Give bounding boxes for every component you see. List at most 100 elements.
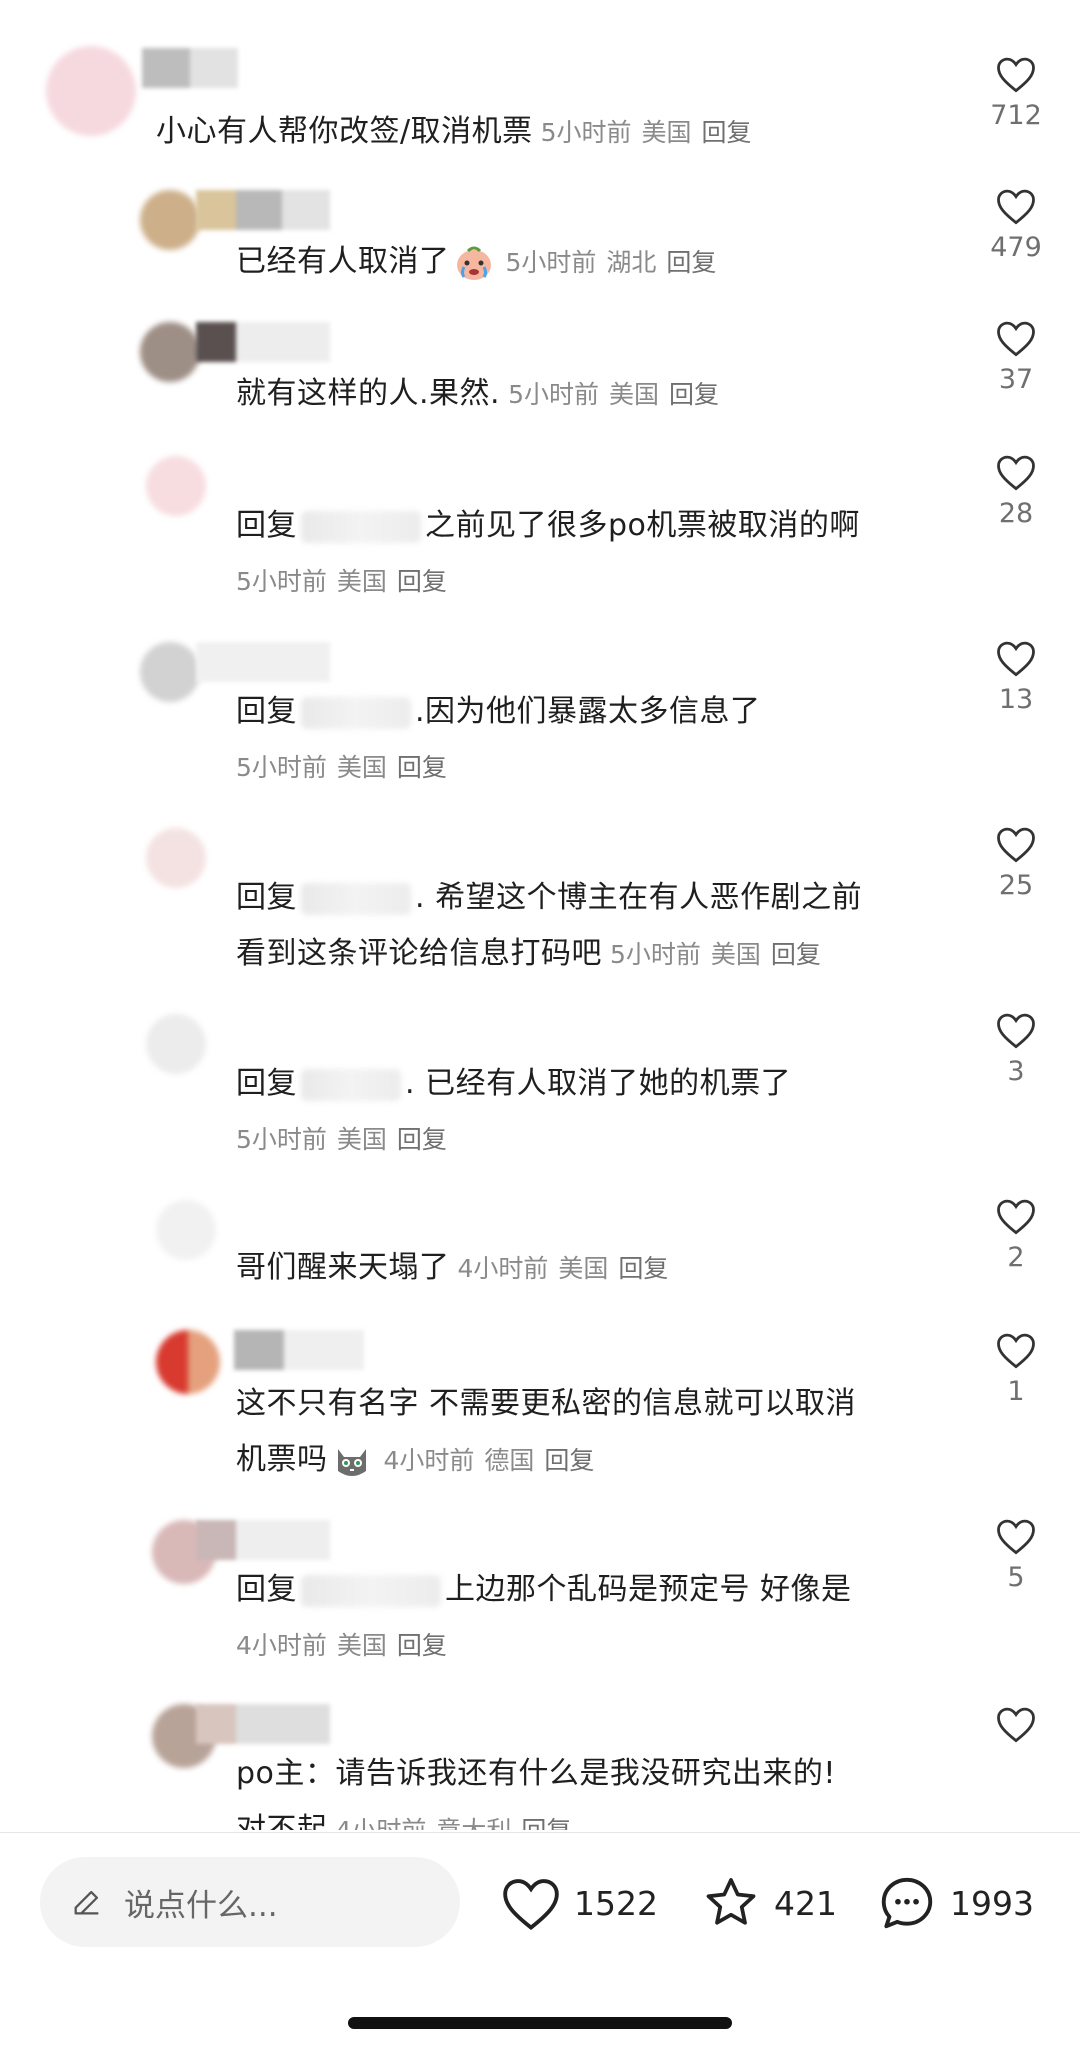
comment-location: 德国 (484, 1446, 535, 1475)
like-count: 479 (990, 232, 1042, 263)
comment-list[interactable]: 小心有人帮你改签/取消机票 5小时前 美国 回复 712 已经有人取消了 5小时前 湖北回… (0, 0, 1080, 1830)
comment-time: 4小时前 (236, 1631, 327, 1660)
like-count: 25 (998, 870, 1034, 901)
username-blurred[interactable] (196, 642, 330, 682)
username-blurred[interactable] (142, 48, 238, 88)
reply-button[interactable]: 回复 (397, 753, 447, 782)
like-button[interactable]: 1522 (500, 1863, 658, 1943)
mention-blurred[interactable] (301, 510, 421, 543)
comment-time: 4小时前 (457, 1254, 549, 1283)
username-blurred[interactable] (234, 1330, 364, 1370)
comment-button[interactable]: 1993 (876, 1863, 1034, 1943)
heart-icon (997, 57, 1035, 93)
comment-like-button[interactable]: 479 (976, 186, 1056, 263)
comment-location: 美国 (558, 1254, 609, 1283)
reply-prefix: 回复 (236, 1066, 297, 1101)
like-count: 2 (1007, 1242, 1025, 1273)
comment-text[interactable]: 回复 上边那个乱码是预定号 好像是 (236, 1562, 1006, 1618)
comment-meta: 5小时前 美国 回复 (236, 562, 457, 602)
like-count: 712 (990, 100, 1042, 131)
comment-like-button[interactable]: 28 (976, 452, 1056, 529)
avatar[interactable] (156, 1330, 220, 1394)
username-blurred[interactable] (196, 1520, 330, 1560)
comment-text[interactable]: 回复 .因为他们暴露太多信息了 (236, 684, 1006, 740)
heart-icon (997, 1333, 1035, 1369)
comment-location: 美国 (608, 380, 659, 409)
reply-button[interactable]: 回复 (771, 940, 821, 969)
heart-icon (997, 1013, 1035, 1049)
mention-blurred[interactable] (301, 882, 411, 915)
comment-text[interactable]: 已经有人取消了 5小时前 湖北 回复 (236, 234, 1006, 291)
comment-text[interactable]: 回复. 希望这个博主在有人恶作剧之前 看到这条评论给信息打码吧 5小时前 美国 回复 (236, 870, 1006, 983)
comment-like-button[interactable] (976, 1704, 1056, 1744)
like-count: 13 (998, 684, 1034, 715)
mention-blurred[interactable] (301, 1068, 401, 1101)
chat-bubble-icon (881, 1877, 933, 1929)
mention-blurred[interactable] (301, 696, 411, 729)
reply-button[interactable]: 回复 (521, 1816, 571, 1830)
crying-face-emoji (454, 243, 494, 283)
reply-prefix: 回复 (236, 1572, 297, 1607)
comment-text[interactable]: 就有这样的人.果然. 5小时前 美国 回复 (236, 366, 1006, 423)
username-blurred[interactable] (196, 1704, 330, 1744)
comment-like-button[interactable]: 13 (976, 638, 1056, 715)
heart-icon (997, 1707, 1035, 1743)
heart-icon (997, 1519, 1035, 1555)
comment-text[interactable]: 回复. 已经有人取消了她的机票了 (236, 1056, 1006, 1112)
comment-like-button[interactable]: 37 (976, 318, 1056, 395)
comment-location: 美国 (336, 1631, 387, 1660)
avatar[interactable] (140, 642, 200, 702)
username-blurred[interactable] (196, 322, 330, 362)
comment-like-button[interactable]: 25 (976, 824, 1056, 901)
favorite-button[interactable]: 421 (700, 1863, 837, 1943)
avatar[interactable] (156, 1200, 216, 1260)
reply-button[interactable]: 回复 (666, 248, 716, 277)
avatar[interactable] (140, 322, 200, 382)
heart-icon (503, 1879, 559, 1931)
avatar[interactable] (146, 828, 206, 888)
comment-location: 美国 (336, 567, 387, 596)
comment-like-button[interactable]: 712 (976, 54, 1056, 131)
comment-like-button[interactable]: 2 (976, 1196, 1056, 1273)
comment-location: 美国 (710, 940, 761, 969)
avatar[interactable] (140, 190, 200, 250)
comment-location: 美国 (336, 1125, 387, 1154)
mention-blurred[interactable] (301, 1574, 441, 1607)
comment-location: 美国 (641, 118, 692, 147)
bottom-action-bar: 说点什么... 1522 421 1993 (0, 1832, 1080, 2049)
cat-face-emoji (332, 1441, 372, 1481)
reply-button[interactable]: 回复 (397, 567, 447, 596)
reply-button[interactable]: 回复 (669, 380, 719, 409)
star-icon (706, 1878, 756, 1925)
comment-text[interactable]: 哥们醒来天塌了 4小时前 美国 回复 (236, 1240, 1006, 1297)
comment-placeholder: 说点什么... (124, 1887, 278, 1924)
heart-icon (997, 189, 1035, 225)
comment-text[interactable]: 回复 之前见了很多po机票被取消的啊 (236, 498, 1006, 554)
heart-icon (997, 827, 1035, 863)
home-indicator[interactable] (348, 2017, 732, 2029)
comment-text[interactable]: po主：请告诉我还有什么是我没研究出来的!对不起4小时前意大利回复 (236, 1746, 1006, 1830)
comment-like-button[interactable]: 3 (976, 1010, 1056, 1087)
comment-time: 4小时前 (383, 1446, 475, 1475)
reply-button[interactable]: 回复 (702, 118, 752, 147)
heart-icon (997, 321, 1035, 357)
reply-button[interactable]: 回复 (397, 1631, 447, 1660)
reply-prefix: 回复 (236, 880, 297, 915)
avatar[interactable] (146, 456, 206, 516)
comment-time: 5小时前 (508, 380, 599, 409)
reply-button[interactable]: 回复 (397, 1125, 447, 1154)
username-blurred[interactable] (196, 190, 330, 230)
like-count: 3 (1007, 1056, 1025, 1087)
reply-prefix: 回复 (236, 694, 297, 729)
avatar[interactable] (146, 1014, 206, 1074)
pencil-icon (74, 1890, 99, 1915)
comment-like-button[interactable]: 5 (976, 1516, 1056, 1593)
comment-input[interactable]: 说点什么... (40, 1857, 460, 1947)
comment-like-button[interactable]: 1 (976, 1330, 1056, 1407)
like-count: 1 (1007, 1376, 1025, 1407)
comment-text[interactable]: 小心有人帮你改签/取消机票 5小时前 美国 回复 (156, 104, 926, 161)
reply-button[interactable]: 回复 (544, 1446, 594, 1475)
avatar[interactable] (46, 46, 136, 136)
comment-text[interactable]: 这不只有名字 不需要更私密的信息就可以取消 机票吗 4小时前 德国 回复 (236, 1376, 1006, 1489)
reply-button[interactable]: 回复 (618, 1254, 668, 1283)
